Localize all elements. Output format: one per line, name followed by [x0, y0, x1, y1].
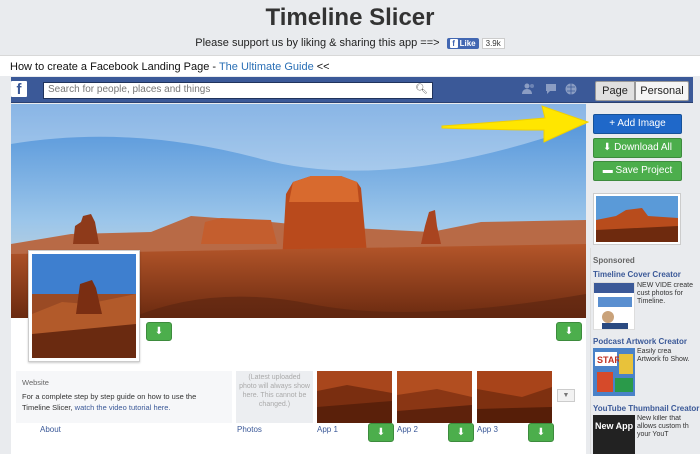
nav-app2[interactable]: App 2 — [397, 425, 418, 434]
add-image-label: Add Image — [617, 118, 666, 129]
app-title: Timeline Slicer — [265, 4, 435, 31]
sponsored-heading: Sponsored — [593, 256, 635, 265]
tab-personal[interactable]: Personal — [635, 81, 689, 101]
facebook-logo-icon[interactable]: f — [11, 81, 27, 98]
like-count: 3.9k — [481, 37, 505, 49]
app2-thumbnail — [397, 371, 472, 423]
download-all-button[interactable]: ⬇ Download All — [593, 138, 682, 158]
project-preview-thumbnail[interactable] — [593, 193, 681, 245]
app3-thumbnail — [477, 371, 552, 423]
howto-prefix: How to create a Facebook Landing Page - — [10, 61, 219, 73]
sidebar-divider — [590, 248, 591, 454]
ad-title[interactable]: YouTube Thumbnail Creator — [593, 404, 699, 413]
app1-thumbnail — [317, 371, 392, 423]
download-app2-button[interactable] — [448, 423, 474, 442]
tab-page[interactable]: Page — [595, 81, 635, 101]
facebook-like-button[interactable]: f Like — [446, 37, 479, 49]
download-icon: ⬇ — [603, 142, 615, 153]
globe-icon[interactable] — [565, 83, 577, 95]
save-icon: ▬ — [602, 165, 616, 176]
apps-dropdown-button[interactable]: ▼ — [557, 389, 575, 402]
nav-photos[interactable]: Photos — [237, 425, 262, 434]
howto-banner: How to create a Facebook Landing Page - … — [0, 56, 700, 76]
download-app3-button[interactable] — [528, 423, 554, 442]
ad-text: New killer that allows custom th your Yo… — [637, 415, 689, 438]
support-text: Please support us by liking & sharing th… — [195, 37, 440, 49]
nav-app3[interactable]: App 3 — [477, 425, 498, 434]
ad-text: Easily crea Artwork fo Show. — [637, 348, 690, 363]
profile-picture — [28, 250, 140, 362]
ad-image[interactable] — [593, 282, 635, 330]
support-line: Please support us by liking & sharing th… — [0, 37, 700, 49]
about-heading: Website — [22, 378, 49, 387]
ad-title[interactable]: Timeline Cover Creator — [593, 270, 681, 279]
pointer-arrow-icon — [440, 100, 590, 155]
ultimate-guide-link[interactable]: The Ultimate Guide — [219, 61, 314, 73]
like-label: Like — [459, 38, 476, 48]
video-tutorial-link[interactable]: watch the video tutorial here. — [75, 403, 171, 412]
friends-icon[interactable] — [522, 83, 534, 95]
ad-image[interactable]: START — [593, 348, 635, 396]
ad-text: NEW VIDE create cust photos for Timeline… — [637, 282, 693, 305]
photos-placeholder: (Latest uploaded photo will always show … — [236, 371, 313, 423]
howto-suffix: << — [313, 61, 330, 73]
messages-icon[interactable] — [545, 83, 557, 95]
download-all-label: Download All — [614, 142, 672, 153]
search-icon[interactable]: 🔍︎ — [415, 84, 428, 95]
save-project-label: Save Project — [615, 165, 673, 176]
download-cover-button[interactable] — [556, 322, 582, 341]
nav-app1[interactable]: App 1 — [317, 425, 338, 434]
facebook-icon: f — [449, 38, 458, 48]
about-box: Website For a complete step by step guid… — [16, 371, 232, 423]
search-placeholder: Search for people, places and things — [48, 84, 211, 95]
search-input[interactable]: Search for people, places and things 🔍︎ — [43, 82, 433, 99]
download-profile-button[interactable] — [146, 322, 172, 341]
save-project-button[interactable]: ▬ Save Project — [593, 161, 682, 181]
download-app1-button[interactable] — [368, 423, 394, 442]
ad-image-text: New App For YouTube! — [595, 421, 635, 431]
add-image-button[interactable]: + Add Image — [593, 114, 682, 134]
nav-about[interactable]: About — [40, 425, 61, 434]
ad-title[interactable]: Podcast Artwork Creator — [593, 337, 687, 346]
ad-image[interactable]: New App For YouTube! — [593, 415, 635, 454]
